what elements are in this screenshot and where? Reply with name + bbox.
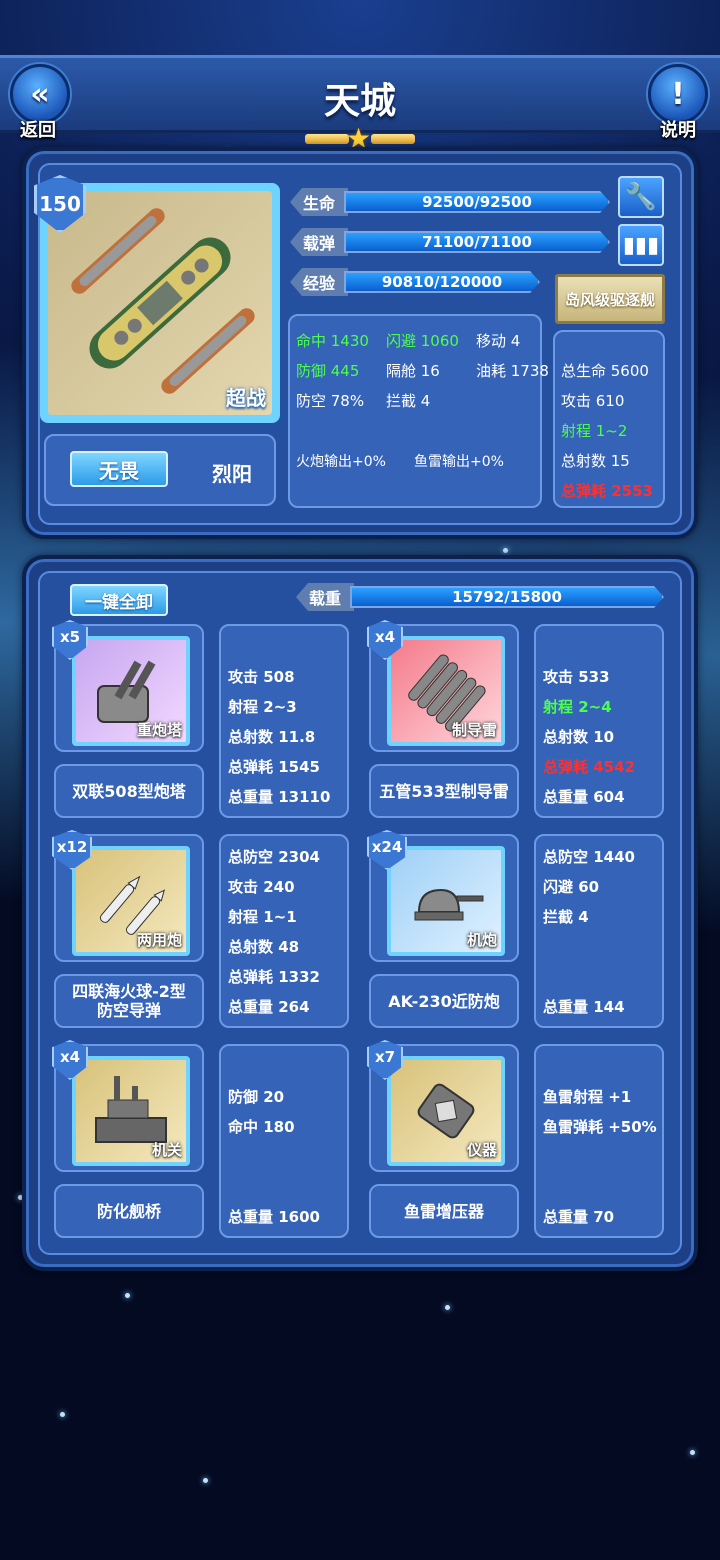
stat-move: 移动 4: [476, 332, 521, 350]
heavy-turret-icon: 重炮塔: [72, 636, 190, 746]
star-decoration: [503, 548, 508, 553]
hp-bar: 生命 92500/92500: [290, 188, 612, 216]
page-title: 天城: [323, 81, 396, 122]
stat-aa: 防空 78%: [296, 392, 365, 410]
total-range: 射程 1~2: [561, 422, 628, 440]
equipment-stats: 攻击 533 射程 2~4 总射数 10 总弹耗 4542 总重量 604: [534, 624, 664, 818]
total-attack: 攻击 610: [561, 392, 625, 410]
stat-fuel: 油耗 1738: [476, 362, 549, 380]
wrench-icon: 🔧: [624, 182, 658, 212]
booster-icon: 仪器: [387, 1056, 505, 1166]
equipment-name: 鱼雷增压器: [369, 1184, 519, 1238]
star-decoration: [203, 1478, 208, 1483]
equipment-stats: 总防空 1440 闪避 60 拦截 4 总重量 144: [534, 834, 664, 1028]
stat-defense: 防御 445: [296, 362, 360, 380]
ammo-bar: 载弹 71100/71100: [290, 228, 612, 256]
autocannon-icon: 机炮: [387, 846, 505, 956]
ammo-button[interactable]: ▮▮▮: [618, 224, 664, 266]
exclamation-icon: !: [671, 76, 685, 112]
total-shots: 总射数 15: [561, 452, 630, 470]
rival-ship-button[interactable]: 岛风级驱逐舰: [555, 274, 665, 324]
equipment-name: 双联508型炮塔: [54, 764, 204, 818]
equipment-stats: 防御 20 命中 180 总重量 1600: [219, 1044, 349, 1238]
equipment-stats: 总防空 2304 攻击 240 射程 1~1 总射数 48 总弹耗 1332 总…: [219, 834, 349, 1028]
top-header: « 返回 天城 ★ ! 说明: [0, 55, 720, 155]
bridge-icon: 机关: [72, 1056, 190, 1166]
tab-wuwei[interactable]: 无畏: [70, 451, 168, 487]
missile-icon: 两用炮: [72, 846, 190, 956]
tab-lieyang[interactable]: 烈阳: [212, 458, 252, 487]
stat-torpedo-output: 鱼雷输出+0%: [414, 454, 504, 470]
total-ammo-cost: 总弹耗 2553: [561, 482, 653, 500]
stat-intercept: 拦截 4: [386, 392, 431, 410]
unload-all-button[interactable]: 一键全卸: [70, 584, 168, 616]
star-decoration: [60, 1412, 65, 1417]
ship-class-tag: 超战: [226, 386, 266, 410]
equipment-stats: 攻击 508 射程 2~3 总射数 11.8 总弹耗 1545 总重量 1311…: [219, 624, 349, 818]
equipment-name: 四联海火球-2型 防空导弹: [54, 974, 204, 1028]
stat-accuracy: 命中 1430: [296, 332, 369, 350]
ammo-icon: ▮▮▮: [622, 232, 660, 258]
capacity-bar: 载重 15792/15800: [296, 583, 666, 611]
equipment-name: 五管533型制导雷: [369, 764, 519, 818]
rank-stars: ★: [305, 122, 415, 155]
equipment-name: AK-230近防炮: [369, 974, 519, 1028]
modify-button[interactable]: 🔧: [618, 176, 664, 218]
equipment-stats: 鱼雷射程 +1 鱼雷弹耗 +50% 总重量 70: [534, 1044, 664, 1238]
guided-torpedo-icon: 制导雷: [387, 636, 505, 746]
total-hp: 总生命 5600: [561, 362, 649, 380]
help-button[interactable]: !: [648, 64, 708, 124]
star-decoration: [125, 1293, 130, 1298]
exp-bar: 经验 90810/120000: [290, 268, 542, 296]
star-decoration: [690, 1450, 695, 1455]
stat-gun-output: 火炮输出+0%: [296, 454, 386, 470]
star-decoration: [445, 1305, 450, 1310]
equipment-name: 防化舰桥: [54, 1184, 204, 1238]
stat-bulkhead: 隔舱 16: [386, 362, 440, 380]
stat-evasion: 闪避 1060: [386, 332, 459, 350]
help-label: 说明: [660, 120, 696, 141]
